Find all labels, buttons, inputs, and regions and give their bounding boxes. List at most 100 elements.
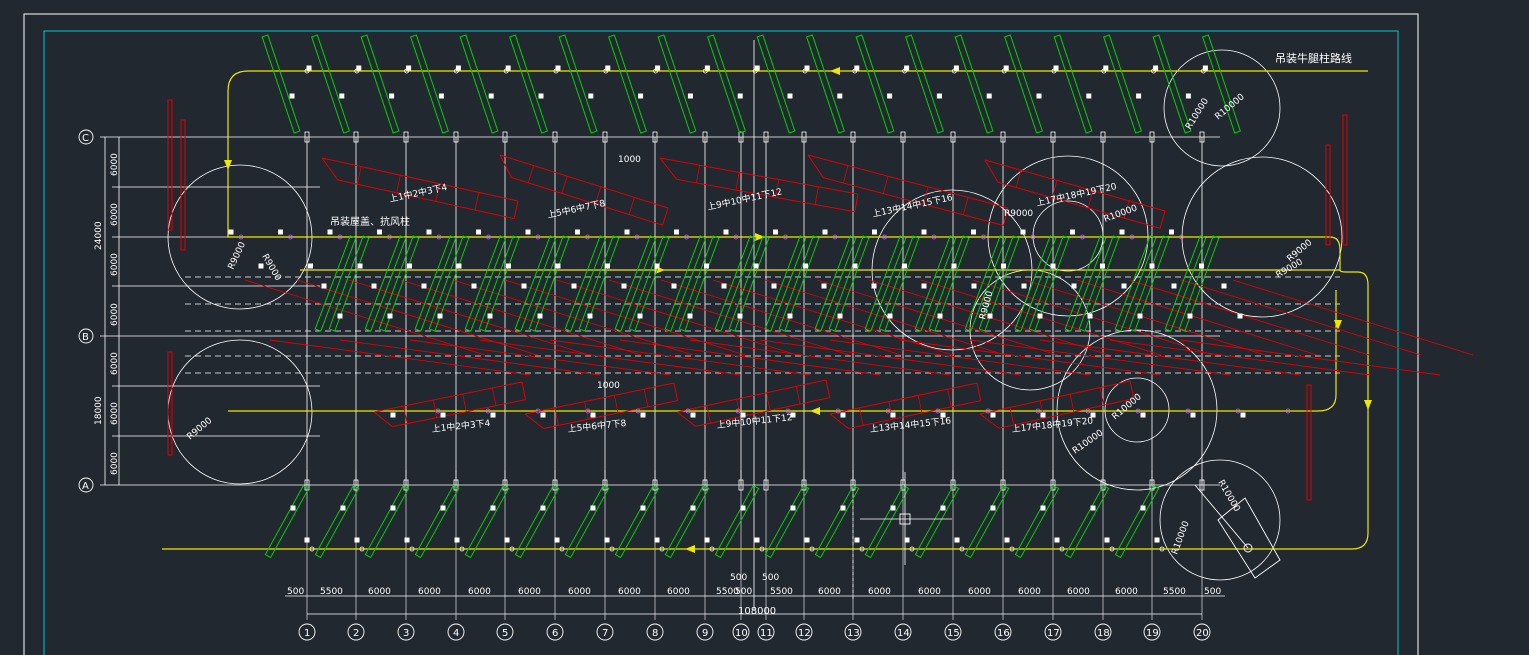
stop-point: [354, 537, 360, 543]
precast-column: [714, 235, 757, 332]
stop-point: [921, 283, 927, 289]
col-axis-label: 16: [997, 628, 1010, 639]
radius-left-low: R9000: [186, 416, 215, 443]
precast-column: [564, 484, 610, 559]
column-body: [261, 34, 301, 134]
column-body: [564, 484, 610, 559]
stop-point: [290, 505, 296, 511]
stop-point: [1149, 263, 1155, 269]
wind-column: [180, 119, 186, 251]
truss-web: [814, 186, 819, 205]
stop-point: [871, 283, 877, 289]
radius-upper-b: R10000: [1214, 92, 1247, 122]
truss-lower-label: 上5中6中7下8: [567, 417, 627, 435]
column-body: [514, 235, 557, 332]
column-body: [764, 235, 807, 332]
column-body: [1128, 235, 1170, 332]
stop-point: [654, 263, 660, 269]
column-body: [878, 235, 920, 332]
column-body: [1053, 34, 1093, 134]
left-total-top: 24000: [94, 221, 104, 250]
stop-point: [1001, 263, 1006, 269]
stop-point: [1040, 505, 1046, 511]
left-total-bottom: 18000: [94, 396, 104, 425]
truss-web: [1069, 394, 1075, 412]
stop-point: [1187, 313, 1193, 319]
col-axis-label: 18: [1097, 628, 1110, 639]
stop-point: [228, 229, 234, 235]
truss-laydown-line: [1179, 339, 1441, 376]
column-body: [864, 484, 910, 559]
radius-mid-b: R10000: [1103, 203, 1139, 224]
stop-point: [538, 93, 544, 99]
column-body: [1103, 34, 1142, 134]
truss-laydown-line: [660, 279, 902, 356]
column-body: [364, 484, 410, 559]
precast-column: [464, 484, 510, 559]
precast-column: [628, 235, 670, 332]
column-body: [614, 484, 660, 559]
truss-web: [963, 197, 969, 215]
column-body: [1152, 34, 1192, 134]
stop-point: [390, 412, 396, 418]
radius-left-a: R9000: [227, 240, 249, 271]
precast-column: [764, 235, 807, 332]
column-body: [1064, 484, 1110, 559]
bottom-dim: 5500: [320, 587, 343, 597]
stop-point: [1169, 229, 1174, 235]
truss-web: [561, 176, 568, 194]
bottom-dim: 6000: [868, 587, 891, 597]
column-body: [464, 484, 510, 559]
stop-point: [371, 283, 377, 289]
roof-truss-layer: 上1中2中3下4 上5中6中7下8 上9中10中11下12 上13中14中15下16 上…: [167, 99, 1474, 501]
dim-500-a: 500: [730, 573, 747, 583]
precast-column: [311, 34, 350, 134]
column-body: [314, 484, 360, 559]
stop-point: [1071, 283, 1077, 289]
stop-point: [1240, 412, 1246, 418]
left-dim-top: 6000: [110, 153, 120, 176]
route-arrow: [685, 545, 695, 553]
precast-column: [964, 484, 1010, 559]
radius-circle: [1159, 459, 1281, 581]
precast-column: [864, 484, 910, 559]
stop-point: [571, 283, 577, 289]
stop-point: [654, 537, 660, 543]
bottom-dim: 6000: [667, 587, 690, 597]
column-body: [1004, 34, 1043, 134]
truss-web: [736, 399, 741, 417]
truss-web: [396, 175, 401, 193]
col-axis-label: 20: [1196, 628, 1209, 639]
stop-point: [671, 283, 677, 289]
precast-column: [778, 235, 820, 332]
stop-point: [986, 93, 992, 99]
stop-point: [1070, 229, 1075, 235]
col-axis-label: 9: [702, 628, 708, 639]
truss-lower-label: 上17中18中19下20: [1011, 414, 1094, 435]
truss-end: [829, 413, 849, 429]
stop-point: [773, 229, 778, 235]
stop-point: [990, 412, 996, 418]
column-body: [514, 484, 560, 559]
column-body: [528, 235, 570, 332]
column-body: [1164, 235, 1207, 332]
precast-column: [664, 484, 710, 559]
truss-laydown-line: [1024, 279, 1266, 356]
stop-point: [555, 263, 561, 269]
route-arrow: [810, 407, 820, 415]
truss-end: [521, 381, 527, 400]
truss-web: [462, 393, 467, 412]
column-body: [954, 34, 994, 134]
column-body: [914, 484, 960, 559]
column-body: [678, 235, 720, 332]
bottom-dim: 5500: [770, 587, 793, 597]
precast-column: [264, 484, 310, 559]
stop-point: [754, 537, 760, 543]
col-axis-label: 7: [602, 628, 608, 639]
truss-web: [356, 166, 362, 185]
precast-column: [1078, 235, 1120, 332]
truss-web: [432, 399, 438, 418]
dim-500-b: 500: [762, 573, 779, 583]
bottom-dim: 6000: [518, 587, 541, 597]
column-body: [360, 34, 400, 134]
